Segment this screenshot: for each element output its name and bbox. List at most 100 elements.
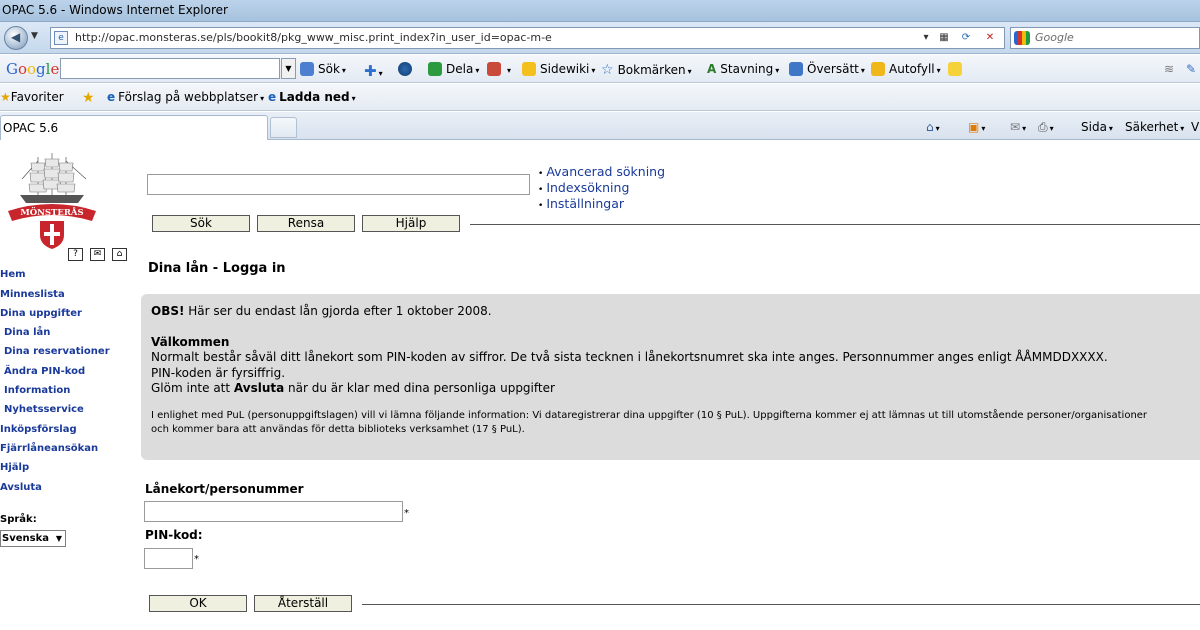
- toolbar-bokmarken-button[interactable]: ☆ Bokmärken ▾: [601, 62, 692, 78]
- spellcheck-icon: A: [707, 62, 717, 76]
- pul-line-2: och kommer bara att användas för detta b…: [151, 423, 525, 435]
- autofill-icon: [871, 62, 885, 76]
- google-search-provider-icon: [1014, 31, 1030, 45]
- search-button[interactable]: Sök: [152, 215, 250, 232]
- tab-opac[interactable]: OPAC 5.6: [0, 115, 268, 140]
- popup-blocker-icon: [487, 62, 501, 76]
- google-toolbar-dropdown[interactable]: ▼: [281, 58, 296, 79]
- nav-minneslista[interactable]: Minneslista: [0, 289, 65, 300]
- refresh-icon[interactable]: ⟳: [957, 31, 975, 46]
- share-icon: [428, 62, 442, 76]
- print-icon[interactable]: ⎙ ▾: [1038, 120, 1054, 135]
- index-search-link[interactable]: Indexsökning: [546, 180, 629, 195]
- pul-line-1: I enlighet med PuL (personuppgiftslagen)…: [151, 409, 1148, 421]
- toolbar-highlight-button[interactable]: [948, 62, 966, 76]
- obs-label: OBS!: [151, 304, 185, 318]
- favorites-button[interactable]: ★Favoriter: [0, 90, 64, 104]
- page-icon: e: [54, 31, 68, 45]
- toolbar-sidewiki-button[interactable]: Sidewiki ▾: [522, 62, 595, 76]
- reset-button[interactable]: Återställ: [254, 595, 352, 612]
- pencil-icon: [522, 62, 536, 76]
- compatibility-view-icon[interactable]: ▦: [935, 31, 953, 46]
- feeds-icon[interactable]: ▣ ▾: [968, 120, 985, 134]
- nav-fjarrlaneansokan[interactable]: Fjärrlåneansökan: [0, 443, 98, 454]
- wifi-icon[interactable]: ≋: [1164, 62, 1174, 76]
- language-select[interactable]: Svenska ▼: [0, 530, 66, 547]
- help-icon[interactable]: ?: [68, 248, 83, 261]
- nav-dina-reservationer[interactable]: Dina reservationer: [4, 346, 110, 357]
- back-button[interactable]: ◀: [4, 26, 28, 50]
- google-toolbar-search-input[interactable]: [60, 58, 280, 79]
- toolbar-globe-button[interactable]: [398, 62, 416, 76]
- safety-menu[interactable]: Säkerhet ▾: [1125, 120, 1184, 134]
- browser-search-field[interactable]: Google: [1010, 27, 1200, 49]
- page-title: Dina lån - Logga in: [148, 261, 286, 276]
- tools-menu[interactable]: V: [1191, 120, 1199, 134]
- welcome-heading: Välkommen: [151, 334, 230, 349]
- toolbar-dela-button[interactable]: Dela ▾: [428, 62, 479, 76]
- nav-inkopsforslag[interactable]: Inköpsförslag: [0, 424, 77, 435]
- nav-hjalp[interactable]: Hjälp: [0, 462, 29, 473]
- stop-icon[interactable]: ✕: [981, 31, 999, 46]
- home-icon[interactable]: ⌂ ▾: [926, 120, 940, 134]
- tab-bar: OPAC 5.6 ⌂ ▾ ▣ ▾ ✉ ▾ ⎙ ▾ Sida ▾ Säkerhet ▾ V: [0, 112, 1200, 140]
- toolbar-oversatt-button[interactable]: Översätt ▾: [789, 62, 865, 76]
- mail-icon[interactable]: ✉ ▾: [1010, 120, 1026, 134]
- google-logo: Google: [6, 60, 60, 78]
- toolbar-sok-button[interactable]: Sök ▾: [300, 62, 346, 76]
- required-mark: *: [404, 508, 409, 519]
- search-links: • Avancerad sökning • Indexsökning • Instäl…: [538, 164, 666, 212]
- tab-title: OPAC 5.6: [3, 121, 59, 135]
- info-line-1: Normalt består såväl ditt lånekort som P…: [151, 350, 1108, 364]
- nav-nyhetsservice[interactable]: Nyhetsservice: [4, 404, 84, 415]
- nav-andra-pin-kod[interactable]: Ändra PIN-kod: [4, 366, 85, 377]
- mail-icon[interactable]: ✉: [90, 248, 105, 261]
- window-titlebar: OPAC 5.6 - Windows Internet Explorer: [0, 0, 1200, 22]
- url-dropdown-icon[interactable]: ▾: [917, 31, 935, 46]
- url-field[interactable]: e http://opac.monsteras.se/pls/bookit8/p…: [50, 27, 1005, 49]
- nav-information[interactable]: Information: [4, 385, 70, 396]
- card-number-input[interactable]: [144, 501, 403, 522]
- catalog-search-input[interactable]: [147, 174, 530, 195]
- nav-hem[interactable]: Hem: [0, 269, 26, 280]
- pin-label: PIN-kod:: [145, 528, 203, 542]
- nav-dina-uppgifter[interactable]: Dina uppgifter: [0, 308, 82, 319]
- ie-logo-icon: e: [268, 90, 277, 104]
- toolbar-stavning-button[interactable]: A Stavning ▾: [707, 62, 779, 76]
- home-icon[interactable]: ⌂: [112, 248, 127, 261]
- avsluta-emphasis: Avsluta: [233, 381, 285, 395]
- nav-avsluta[interactable]: Avsluta: [0, 482, 42, 493]
- address-bar: ◀ ▼ e http://opac.monsteras.se/pls/booki…: [0, 22, 1200, 54]
- wrench-icon[interactable]: ✎: [1186, 62, 1196, 76]
- toolbar-plus-button[interactable]: ✚ ▾: [364, 62, 383, 80]
- browser-search-placeholder: Google: [1035, 31, 1074, 44]
- required-mark: *: [194, 554, 199, 565]
- history-dropdown-icon[interactable]: ▼: [31, 31, 38, 41]
- add-favorite-icon[interactable]: ★: [82, 90, 99, 106]
- new-tab-button[interactable]: [270, 117, 297, 138]
- divider: [362, 604, 1200, 605]
- suggested-sites-link[interactable]: e Förslag på webbplatser ▾: [107, 90, 264, 104]
- settings-link[interactable]: Inställningar: [546, 196, 624, 211]
- obs-text: Här ser du endast lån gjorda efter 1 okt…: [184, 304, 492, 318]
- toolbar-autofyll-button[interactable]: Autofyll ▾: [871, 62, 941, 76]
- translate-icon: [789, 62, 803, 76]
- card-number-label: Lånekort/personummer: [145, 482, 304, 496]
- chevron-down-icon: ▼: [55, 534, 62, 543]
- page-content: MÖNSTERÅS • Avancerad sökning • Indexsökni…: [0, 141, 1200, 630]
- toolbar-blocker-button[interactable]: ▾: [487, 62, 511, 76]
- url-text: http://opac.monsteras.se/pls/bookit8/pkg…: [75, 31, 552, 44]
- ok-button[interactable]: OK: [149, 595, 247, 612]
- library-logo: MÖNSTERÅS: [8, 153, 96, 249]
- search-icon: [300, 62, 314, 76]
- nav-dina-lan[interactable]: Dina lån: [4, 327, 50, 338]
- pin-input[interactable]: [144, 548, 193, 569]
- help-button[interactable]: Hjälp: [362, 215, 460, 232]
- advanced-search-link[interactable]: Avancerad sökning: [546, 164, 665, 179]
- ie-logo-icon: e: [107, 90, 116, 104]
- globe-icon: [398, 62, 412, 76]
- google-toolbar: Google ▼ Sök ▾ ✚ ▾ Dela ▾ ▾ Sidewiki ▾ ☆ Bokm…: [0, 55, 1200, 83]
- download-link[interactable]: e Ladda ned ▾: [268, 90, 356, 104]
- page-menu[interactable]: Sida ▾: [1081, 120, 1113, 134]
- clear-button[interactable]: Rensa: [257, 215, 355, 232]
